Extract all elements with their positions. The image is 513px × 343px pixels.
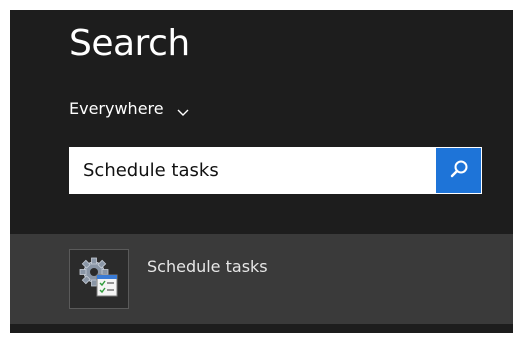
scope-dropdown[interactable]: Everywhere (69, 98, 190, 120)
task-scheduler-icon (77, 255, 121, 303)
search-result-label: Schedule tasks (147, 257, 268, 276)
search-icon (448, 158, 470, 184)
search-result-item[interactable]: Schedule tasks (10, 234, 513, 324)
scope-label: Everywhere (69, 99, 164, 118)
result-icon-tile (69, 249, 129, 309)
search-button[interactable] (436, 148, 481, 193)
bottom-strip (10, 324, 513, 333)
page-title: Search (69, 23, 190, 64)
search-input[interactable] (69, 147, 436, 194)
chevron-down-icon (176, 104, 190, 118)
search-box (69, 147, 482, 194)
search-pane: Search Everywhere Schedule tasks Schedul… (10, 10, 513, 333)
